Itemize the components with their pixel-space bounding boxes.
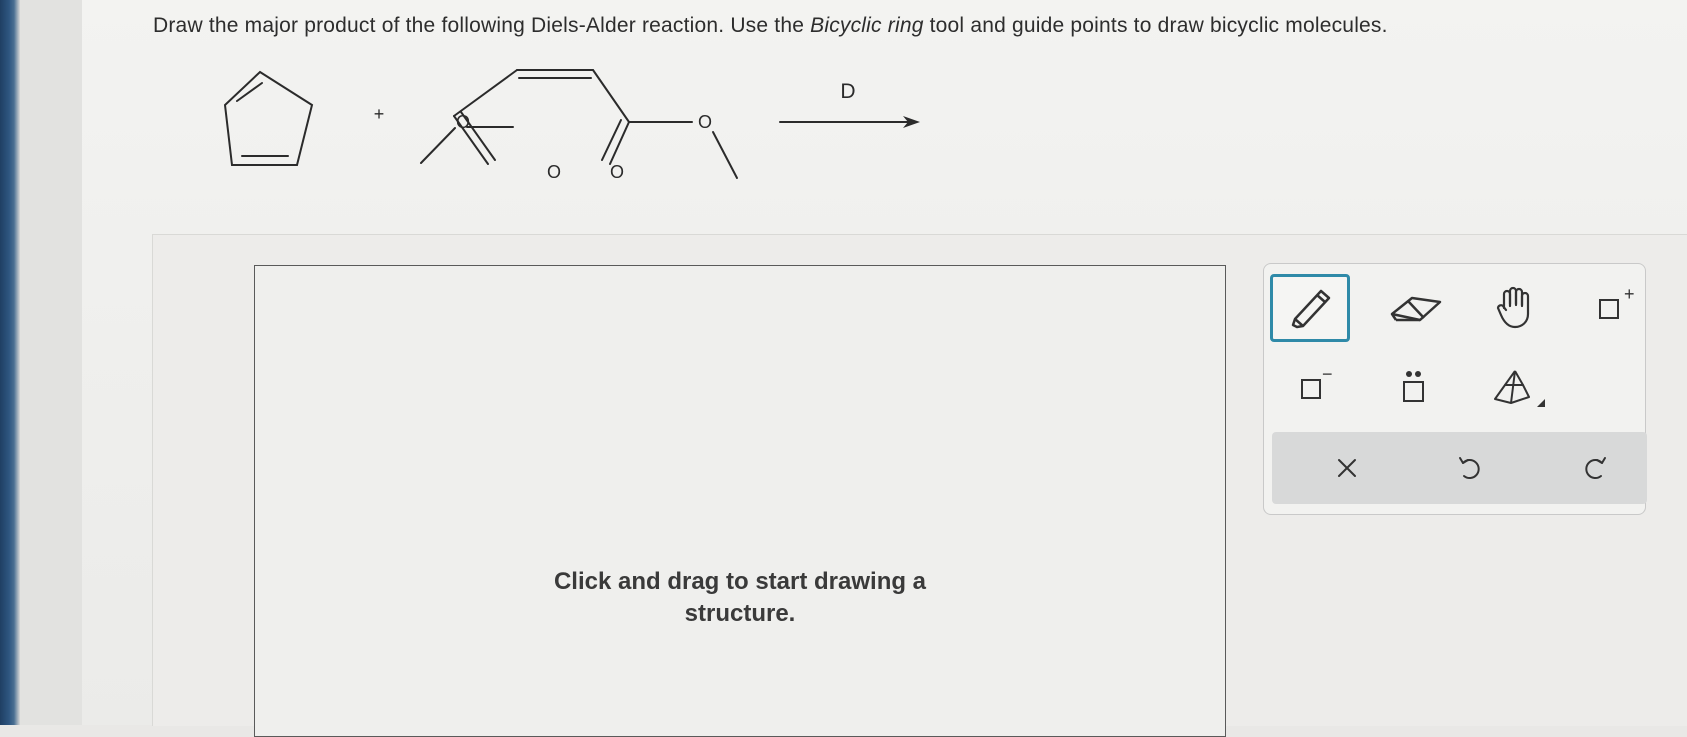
cyclopentadiene-structure: [223, 70, 314, 166]
pencil-icon: [1291, 289, 1331, 329]
negative-charge-icon: −: [1301, 366, 1333, 399]
dropdown-triangle-icon: [1537, 399, 1545, 407]
canvas-hint: Click and drag to start drawing a struct…: [255, 566, 1225, 630]
close-icon: [1338, 459, 1356, 477]
redo-button[interactable]: [1565, 440, 1625, 496]
question-text-after: tool and guide points to draw bicyclic m…: [923, 14, 1388, 37]
eraser-icon: [1390, 296, 1442, 322]
clear-button[interactable]: [1317, 440, 1377, 496]
lone-pair-icon: [1403, 371, 1424, 402]
bicyclic-ring-icon: [1494, 370, 1545, 407]
drawing-canvas[interactable]: Click and drag to start drawing a struct…: [254, 265, 1226, 737]
oxygen-label: O: [698, 112, 712, 132]
pencil-tool[interactable]: [1270, 274, 1350, 342]
question-text-before: Draw the major product of the following …: [153, 14, 811, 37]
question-text: Draw the major product of the following …: [153, 14, 1388, 38]
left-margin: [20, 0, 82, 725]
reaction-condition-label: D: [840, 80, 855, 103]
plus-glyph: +: [1624, 286, 1635, 304]
drawing-toolbar: + −: [1263, 263, 1647, 515]
lone-pair-tool[interactable]: [1373, 354, 1453, 422]
canvas-hint-line2: structure.: [684, 600, 796, 627]
positive-charge-tool[interactable]: +: [1576, 274, 1656, 342]
minus-glyph: −: [1322, 366, 1333, 384]
bicyclic-ring-tool[interactable]: [1476, 354, 1556, 422]
eraser-tool[interactable]: [1376, 274, 1456, 342]
oxygen-label: O: [456, 112, 470, 132]
positive-charge-icon: +: [1599, 286, 1635, 319]
canvas-hint-line1: Click and drag to start drawing a: [553, 568, 927, 595]
undo-button[interactable]: [1440, 440, 1500, 496]
hand-icon: [1496, 286, 1530, 329]
hand-tool[interactable]: [1476, 274, 1556, 342]
question-emphasis: Bicyclic ring: [810, 14, 924, 37]
actions-bar: [1272, 432, 1647, 504]
undo-icon: [1459, 457, 1480, 479]
negative-charge-tool[interactable]: −: [1276, 354, 1356, 422]
plus-sign: +: [374, 104, 385, 124]
redo-icon: [1585, 457, 1606, 479]
window-edge: [0, 0, 20, 725]
oxygen-label: O: [547, 162, 561, 182]
oxygen-label: O: [610, 162, 624, 182]
reaction-scheme: + O O O O D: [223, 69, 920, 182]
